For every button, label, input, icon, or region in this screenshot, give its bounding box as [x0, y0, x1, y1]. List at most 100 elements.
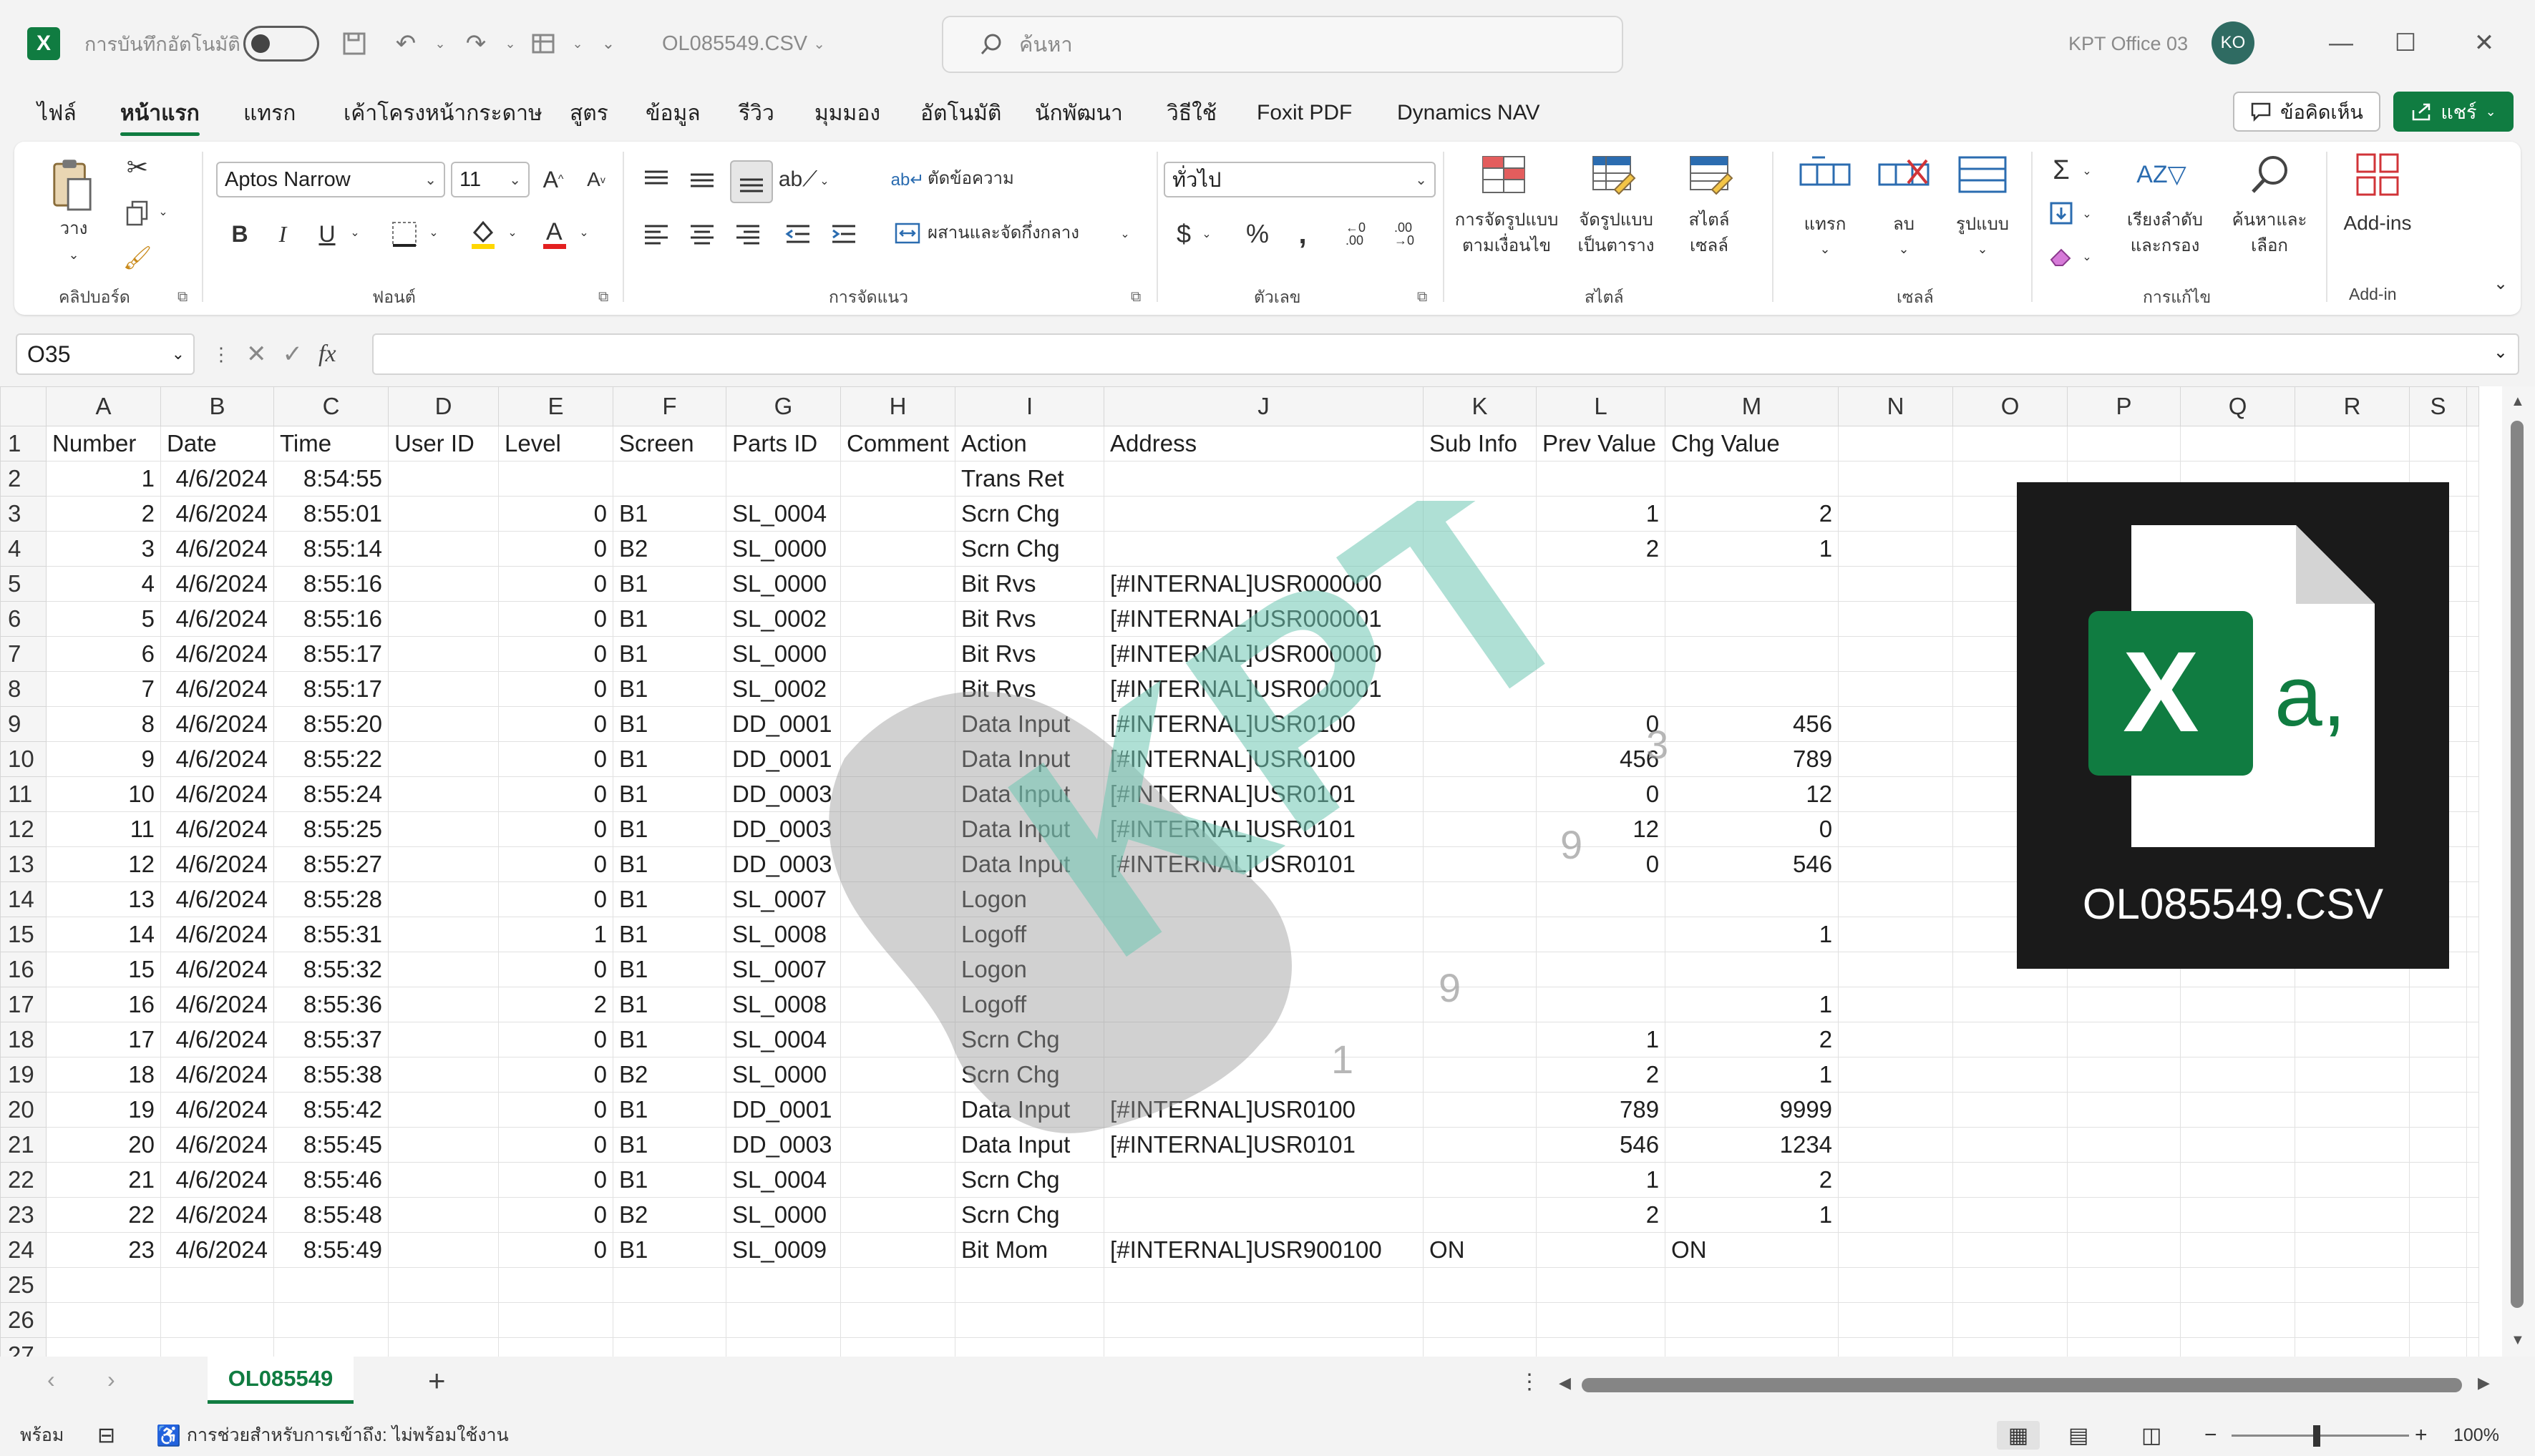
cell[interactable]: 8:55:46	[273, 1162, 389, 1198]
cell[interactable]	[2180, 1232, 2296, 1268]
minimize-icon[interactable]: —	[2316, 21, 2366, 64]
scroll-down-icon[interactable]: ▼	[2511, 1332, 2525, 1349]
add-ins-icon[interactable]	[2349, 152, 2406, 197]
clear-dropdown-icon[interactable]: ⌄	[2078, 246, 2096, 268]
orientation-dropdown-icon[interactable]: ⌄	[816, 170, 833, 192]
cell[interactable]: SL_0000	[726, 531, 841, 567]
cell[interactable]: Trans Ret	[955, 461, 1105, 497]
cell[interactable]	[726, 461, 841, 497]
cell[interactable]	[1423, 776, 1537, 812]
cell[interactable]: 11	[46, 811, 161, 847]
insert-function-icon[interactable]: fx	[318, 341, 336, 368]
cell[interactable]	[2067, 1092, 2181, 1128]
cell[interactable]: ON	[1665, 1232, 1839, 1268]
scroll-up-icon[interactable]: ▲	[2511, 394, 2525, 410]
row-header[interactable]: 27	[0, 1337, 47, 1357]
column-header-s[interactable]: S	[2409, 386, 2468, 426]
align-middle-icon[interactable]	[684, 162, 720, 197]
cell[interactable]: 4/6/2024	[160, 776, 274, 812]
cell[interactable]	[2180, 1022, 2296, 1057]
cell[interactable]	[388, 987, 499, 1022]
cell[interactable]: 4/6/2024	[160, 1057, 274, 1093]
avatar[interactable]: KO	[2212, 21, 2254, 64]
decrease-decimal-icon[interactable]: .00 →0	[1384, 216, 1424, 252]
cell[interactable]: 0	[498, 636, 613, 672]
cell[interactable]	[1838, 1127, 1954, 1163]
cell[interactable]	[1423, 706, 1537, 742]
cell[interactable]: Logoff	[955, 917, 1105, 952]
cell[interactable]: [#INTERNAL]USR000001	[1104, 601, 1424, 637]
file-title[interactable]: OL085549.CSV ⌄	[662, 26, 825, 62]
cell[interactable]: 1	[1536, 1022, 1666, 1057]
cell[interactable]	[2067, 1302, 2181, 1338]
cell[interactable]: Bit Rvs	[955, 671, 1105, 707]
cell[interactable]	[1423, 1197, 1537, 1233]
tab-dynamics-nav[interactable]: Dynamics NAV	[1397, 94, 1539, 132]
cell[interactable]	[1423, 952, 1537, 987]
row-header[interactable]: 14	[0, 881, 47, 917]
insert-dropdown-icon[interactable]: ⌄	[1816, 236, 1834, 262]
cell[interactable]	[498, 1337, 613, 1357]
scroll-left-icon[interactable]: ◀	[1559, 1374, 1571, 1392]
cell[interactable]: [#INTERNAL]USR0101	[1104, 846, 1424, 882]
cell[interactable]	[840, 496, 956, 532]
borders-icon[interactable]	[386, 216, 422, 252]
cell[interactable]: DD_0003	[726, 1127, 841, 1163]
column-header-o[interactable]: O	[1952, 386, 2068, 426]
cell[interactable]: SL_0004	[726, 1162, 841, 1198]
cell[interactable]	[840, 1057, 956, 1093]
cell[interactable]: 8:55:17	[273, 671, 389, 707]
cell[interactable]: 22	[46, 1197, 161, 1233]
cell[interactable]	[2409, 1232, 2468, 1268]
cell[interactable]	[2409, 426, 2468, 461]
cell[interactable]: 1	[1536, 1162, 1666, 1198]
increase-font-size-icon[interactable]: A ^	[537, 162, 570, 197]
vertical-scroll-thumb[interactable]	[2511, 421, 2524, 1308]
cell[interactable]	[1104, 1337, 1424, 1357]
cell[interactable]: Data Input	[955, 741, 1105, 777]
cell[interactable]: 8:55:42	[273, 1092, 389, 1128]
cell[interactable]: DD_0003	[726, 811, 841, 847]
cell[interactable]: 1	[1665, 917, 1839, 952]
cell[interactable]: Data Input	[955, 811, 1105, 847]
cell[interactable]: Number	[46, 426, 161, 461]
cell[interactable]	[388, 671, 499, 707]
cell[interactable]: 8:55:25	[273, 811, 389, 847]
cell[interactable]	[1423, 531, 1537, 567]
cell[interactable]	[2409, 1302, 2468, 1338]
cell[interactable]	[1838, 1092, 1954, 1128]
cell[interactable]	[2180, 987, 2296, 1022]
cell[interactable]: B1	[613, 917, 726, 952]
cell[interactable]: 3	[46, 531, 161, 567]
cell[interactable]	[2409, 1092, 2468, 1128]
currency-icon[interactable]: $	[1169, 216, 1198, 252]
cell[interactable]	[1838, 811, 1954, 847]
row-header[interactable]: 4	[0, 531, 47, 567]
cell[interactable]	[2295, 987, 2410, 1022]
cell[interactable]	[1536, 1337, 1666, 1357]
cell[interactable]: 0	[498, 671, 613, 707]
cell[interactable]	[2466, 1232, 2480, 1268]
cell[interactable]	[388, 601, 499, 637]
tab-data[interactable]: ข้อมูล	[646, 94, 701, 132]
cell[interactable]: 8:55:28	[273, 881, 389, 917]
cell[interactable]	[955, 1267, 1105, 1303]
row-header[interactable]: 12	[0, 811, 47, 847]
cell[interactable]: 23	[46, 1232, 161, 1268]
cell[interactable]: SL_0007	[726, 881, 841, 917]
row-header[interactable]: 6	[0, 601, 47, 637]
tab-automate[interactable]: อัตโนมัติ	[920, 94, 1001, 132]
cell[interactable]: 2	[1665, 1162, 1839, 1198]
column-header-c[interactable]: C	[273, 386, 389, 426]
cell[interactable]: 8:55:16	[273, 566, 389, 602]
cell[interactable]: SL_0009	[726, 1232, 841, 1268]
cell[interactable]	[1838, 1267, 1954, 1303]
cell[interactable]: 0	[498, 1057, 613, 1093]
accessibility-status[interactable]: ♿ การช่วยสำหรับการเข้าถึง: ไม่พร้อมใช้งา…	[156, 1421, 509, 1450]
row-header[interactable]: 26	[0, 1302, 47, 1338]
font-launcher-icon[interactable]: ⧉	[598, 289, 608, 306]
column-header-j[interactable]: J	[1104, 386, 1424, 426]
cell[interactable]	[2409, 1162, 2468, 1198]
cell[interactable]: B2	[613, 1197, 726, 1233]
cell[interactable]: 6	[46, 636, 161, 672]
